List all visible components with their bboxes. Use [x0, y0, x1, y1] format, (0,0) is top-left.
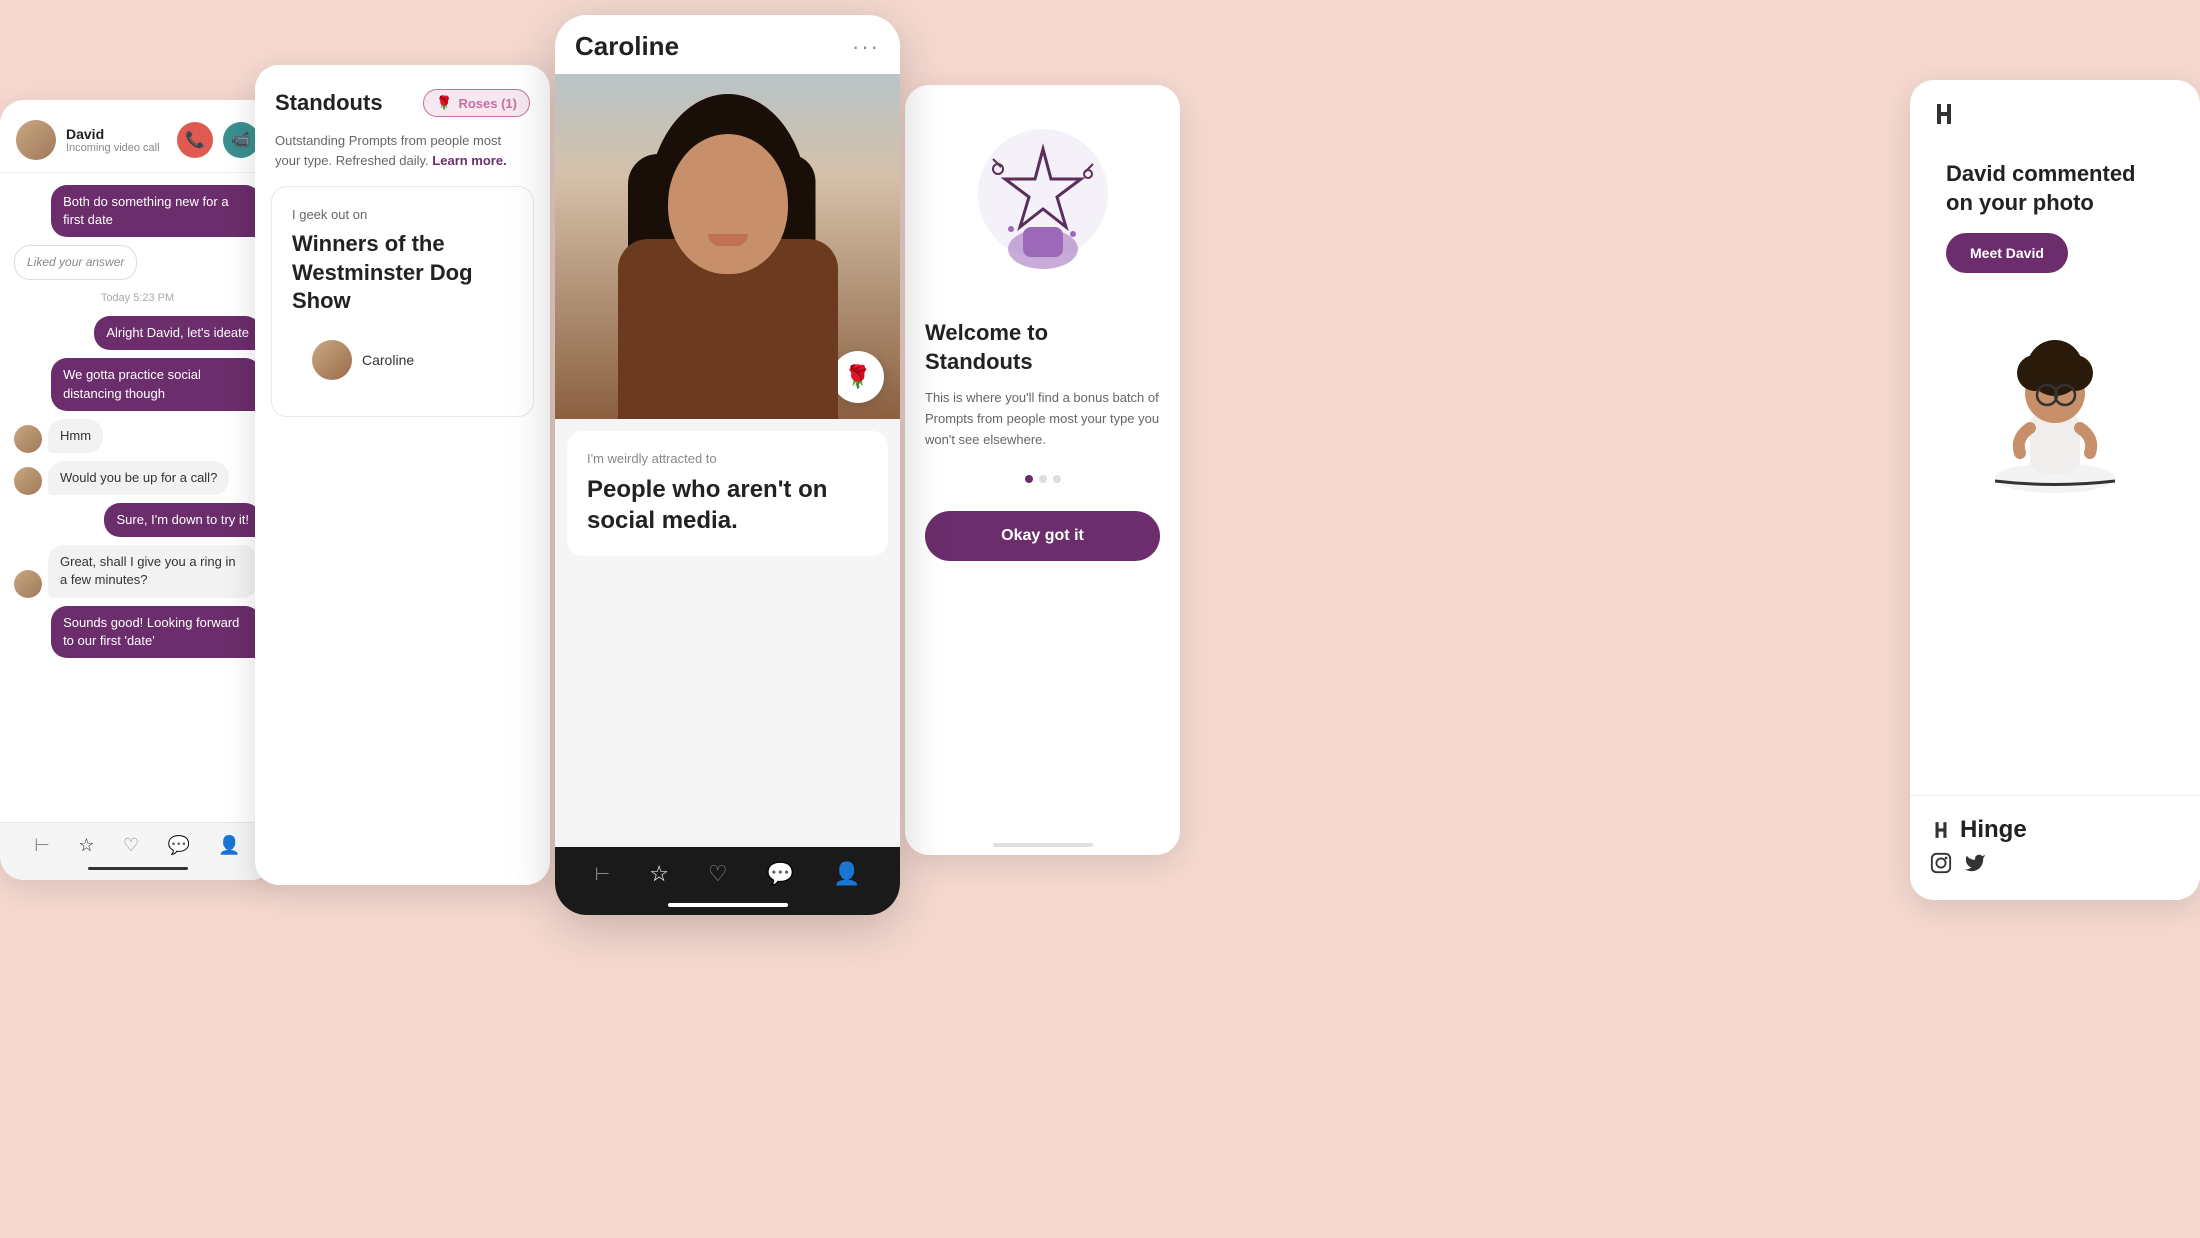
chat-status: Incoming video call [66, 142, 167, 154]
card-avatar [312, 340, 352, 380]
welcome-content: Welcome to Standouts This is where you'l… [905, 85, 1180, 585]
dot-1 [1025, 475, 1033, 483]
learn-more-link[interactable]: Learn more. [432, 153, 506, 168]
profile-header: Caroline ··· [555, 15, 900, 74]
chat-messages: Both do something new for a first date L… [0, 173, 275, 670]
twitter-icon[interactable] [1964, 852, 1986, 880]
nav-star-icon[interactable]: ☆ [78, 835, 94, 856]
nav-profile-icon[interactable]: 👤 [218, 835, 240, 856]
dot-2 [1039, 475, 1047, 483]
message-sent-first: Both do something new for a first date [51, 185, 261, 237]
profile-prompt-label: I'm weirdly attracted to [587, 451, 868, 466]
profile-nav: ⊢ ☆ ♡ 💬 👤 [555, 847, 900, 915]
roses-badge[interactable]: 🌹 Roses (1) [423, 89, 530, 117]
standouts-subtitle: Outstanding Prompts from people most you… [255, 131, 550, 186]
avatar [16, 120, 56, 160]
nav-heart-dark[interactable]: ♡ [708, 861, 728, 887]
chat-header: David Incoming video call 📞 📹 [0, 100, 275, 173]
nav-chat-icon[interactable]: 💬 [168, 835, 190, 856]
person-illustration [1965, 313, 2145, 493]
right-footer: Hinge [1910, 795, 2200, 900]
message-sent-down: Sure, I'm down to try it! [104, 503, 261, 537]
home-indicator-welcome [993, 843, 1093, 847]
profile-screen: Caroline ··· 🌹 I'm weirdly attracted to … [555, 15, 900, 915]
nav-home-icon[interactable]: ⊢ [34, 835, 50, 856]
message-hmm-row: Hmm [14, 419, 261, 453]
notification-text: David commented on your photo [1946, 160, 2164, 217]
nav-heart-icon[interactable]: ♡ [123, 835, 139, 856]
card-footer: Caroline [292, 324, 513, 396]
profile-name: Caroline [575, 31, 679, 62]
small-avatar-3 [14, 570, 42, 598]
footer-brand: Hinge [1930, 816, 2180, 844]
more-options-button[interactable]: ··· [852, 34, 880, 60]
standouts-title: Standouts [275, 90, 383, 116]
message-sent-distancing: We gotta practice social distancing thou… [51, 358, 261, 410]
rose-button[interactable]: 🌹 [832, 351, 884, 403]
nav-home-dark[interactable]: ⊢ [595, 864, 611, 885]
welcome-screen: Welcome to Standouts This is where you'l… [905, 85, 1180, 855]
roses-count: Roses (1) [458, 96, 517, 111]
profile-prompt-card: I'm weirdly attracted to People who aren… [567, 431, 888, 556]
dot-3 [1053, 475, 1061, 483]
footer-social-links [1930, 852, 2180, 880]
nav-underline [88, 867, 188, 870]
standouts-card[interactable]: I geek out on Winners of the Westminster… [271, 186, 534, 417]
chat-screen: David Incoming video call 📞 📹 Both do so… [0, 100, 275, 880]
footer-hinge-logo [1930, 819, 1952, 841]
small-avatar [14, 425, 42, 453]
message-received-call: Would you be up for a call? [48, 461, 229, 495]
prompt-text: Winners of the Westminster Dog Show [292, 230, 513, 316]
message-sent-forward: Sounds good! Looking forward to our firs… [51, 606, 261, 658]
prompt-label: I geek out on [292, 207, 513, 222]
accept-video-button[interactable]: 📹 [223, 122, 259, 158]
instagram-icon[interactable] [1930, 852, 1952, 880]
person-svg [1965, 313, 2145, 493]
meet-david-button[interactable]: Meet David [1946, 233, 2068, 273]
footer-brand-name: Hinge [1960, 816, 2027, 844]
nav-profile-dark[interactable]: 👤 [833, 861, 860, 887]
rose-icon: 🌹 [436, 95, 452, 111]
standouts-screen: Standouts 🌹 Roses (1) Outstanding Prompt… [255, 65, 550, 885]
welcome-illustration [953, 119, 1133, 299]
message-ring-row: Great, shall I give you a ring in a few … [14, 545, 261, 597]
pagination-dots [925, 475, 1160, 483]
message-received-ring: Great, shall I give you a ring in a few … [48, 545, 258, 597]
hinge-logo-icon [1930, 100, 1958, 128]
notification-card: David commented on your photo Meet David [1926, 140, 2184, 293]
nav-star-dark[interactable]: ☆ [649, 861, 669, 887]
chat-bottom-nav: ⊢ ☆ ♡ 💬 👤 [0, 822, 275, 880]
decline-call-button[interactable]: 📞 [177, 122, 213, 158]
message-received-hmm: Hmm [48, 419, 103, 453]
right-panel-header [1910, 80, 2200, 140]
profile-prompt-text: People who aren't on social media. [587, 474, 868, 536]
message-liked: Liked your answer [14, 245, 137, 280]
message-sent-ideate: Alright David, let's ideate [94, 316, 261, 350]
nav-chat-dark[interactable]: 💬 [767, 861, 794, 887]
welcome-description: This is where you'll find a bonus batch … [925, 388, 1160, 450]
standouts-illustration-svg [953, 119, 1133, 299]
message-timestamp: Today 5:23 PM [14, 292, 261, 304]
chat-header-info: David Incoming video call [66, 126, 167, 154]
home-indicator [668, 903, 788, 907]
chat-name: David [66, 126, 167, 142]
profile-photo: 🌹 [555, 74, 900, 419]
welcome-title: Welcome to Standouts [925, 319, 1160, 376]
small-avatar-2 [14, 467, 42, 495]
screens-container: David Incoming video call 📞 📹 Both do so… [0, 0, 2200, 1238]
message-call-row: Would you be up for a call? [14, 461, 261, 495]
right-panel: David commented on your photo Meet David [1910, 80, 2200, 900]
standouts-header: Standouts 🌹 Roses (1) [255, 65, 550, 131]
card-person-name: Caroline [362, 352, 414, 368]
okay-got-it-button[interactable]: Okay got it [925, 511, 1160, 561]
